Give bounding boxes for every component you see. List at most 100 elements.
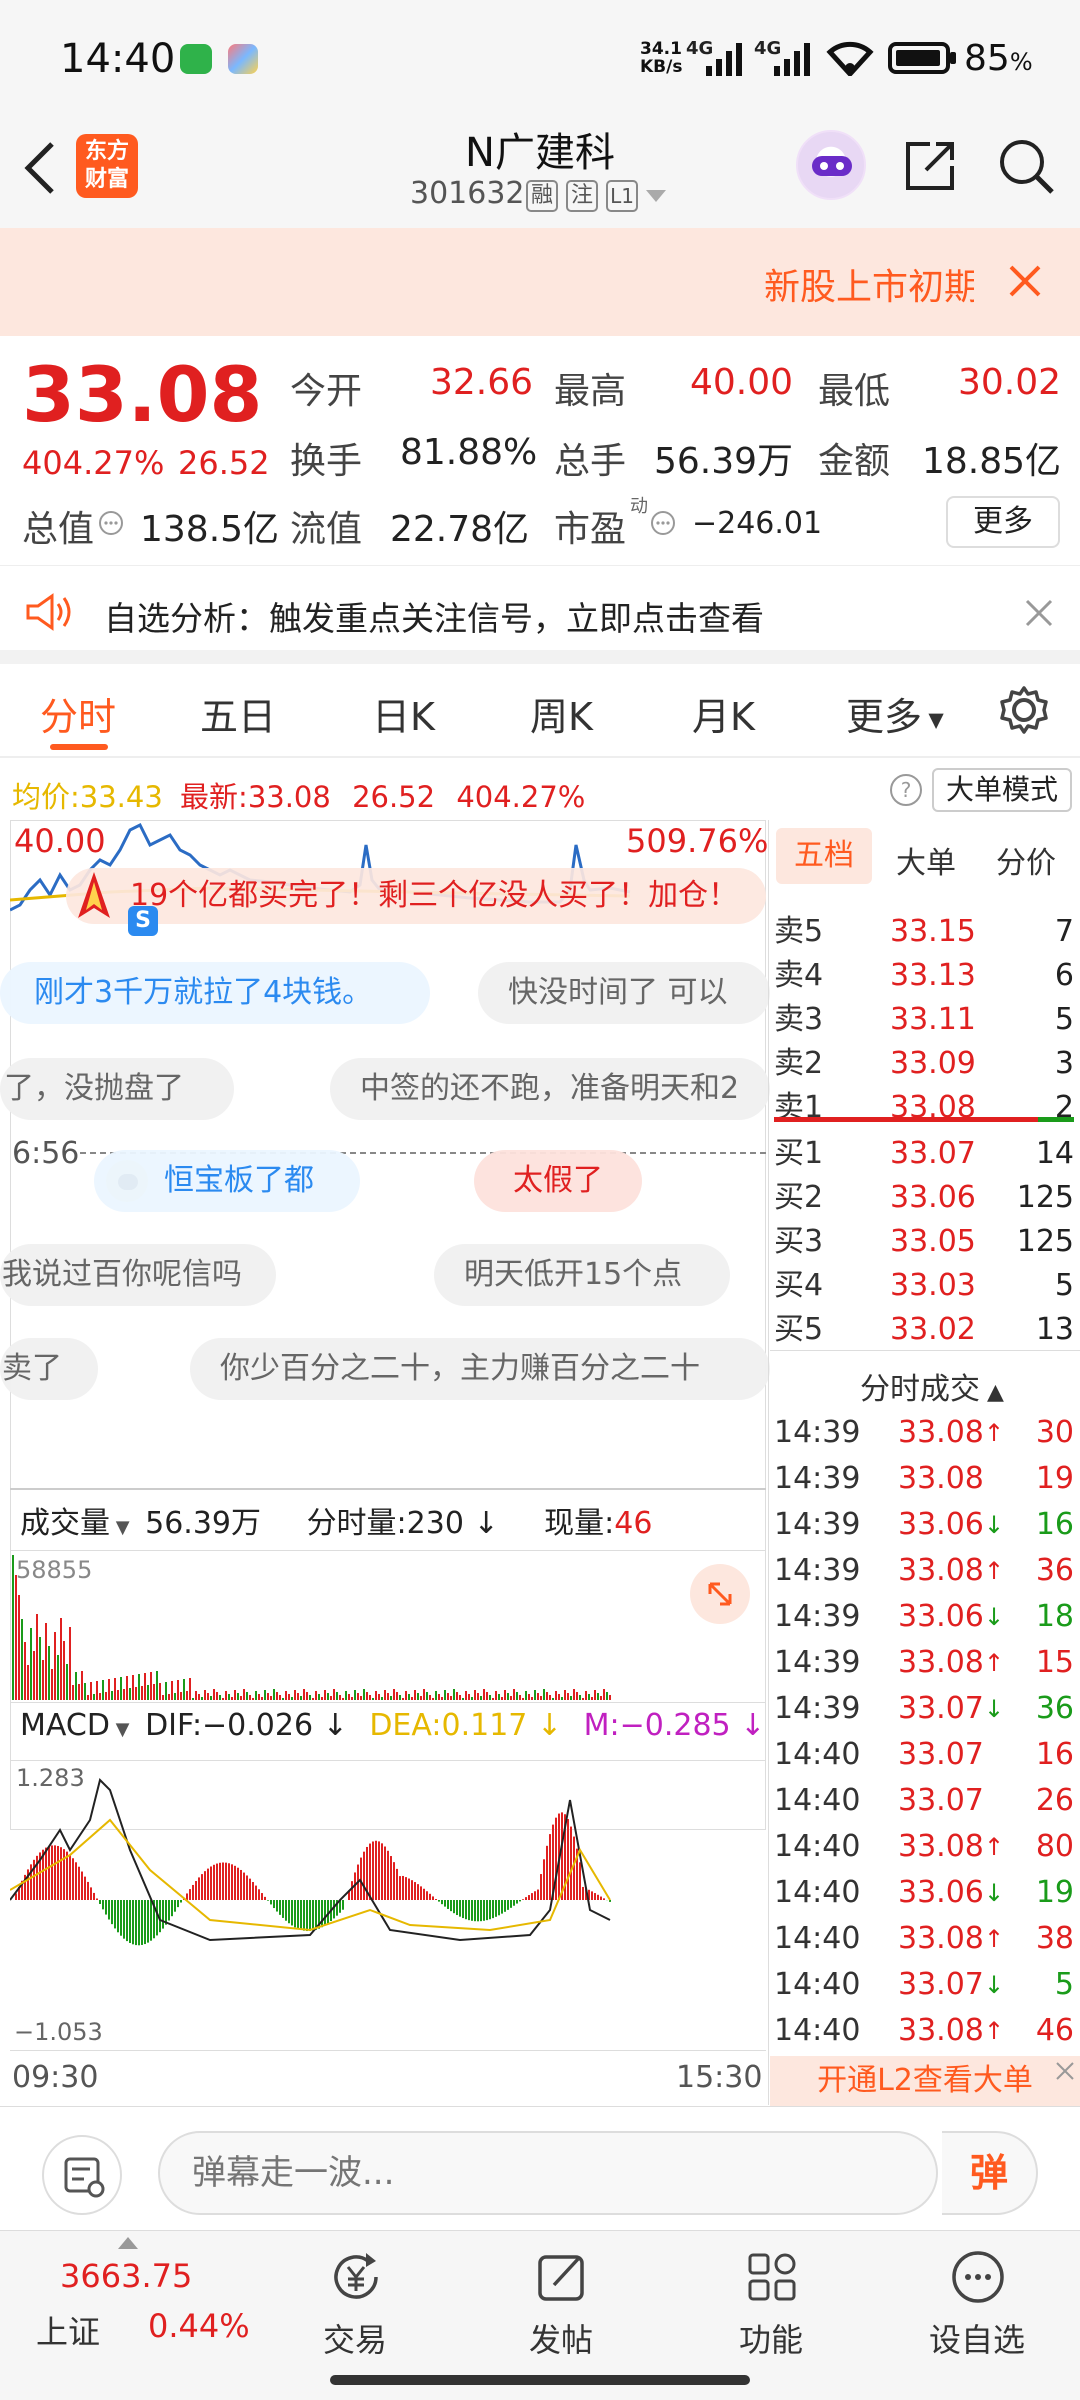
level-price: 33.11 <box>890 1002 976 1037</box>
trade-volume: 80 <box>1035 1829 1074 1864</box>
danmu-item[interactable]: 卖了 <box>0 1338 98 1400</box>
tab-more-label: 更多 <box>846 695 923 739</box>
danmu-settings-button[interactable] <box>42 2135 122 2215</box>
info-icon[interactable] <box>98 510 124 536</box>
tab-monthly-k[interactable]: 月K <box>692 686 755 741</box>
user-badge-icon: S <box>128 906 158 936</box>
help-icon[interactable]: ? <box>888 772 924 808</box>
danmu-item[interactable]: 我说过百你呢信吗 <box>0 1244 276 1306</box>
dea-arrow-icon: ↓ <box>527 1708 563 1743</box>
danmu-highlight[interactable]: 19个亿都买完了！剩三个亿没人买了！加仓！ <box>66 868 766 924</box>
net-speed: 34.1 KB/s <box>640 39 683 77</box>
tab-weekly-k[interactable]: 周K <box>530 686 593 741</box>
level-label: 卖4 <box>774 958 824 993</box>
tab-five-levels[interactable]: 五档 <box>776 828 872 884</box>
trade-label: 交易 <box>322 2321 387 2359</box>
trade-volume: 19 <box>1035 1875 1074 1910</box>
dif-label: DIF: <box>145 1708 203 1743</box>
dropdown-icon[interactable] <box>646 190 666 204</box>
status-bar: 14:40 34.1 KB/s 4G 4G 85% <box>0 0 1080 110</box>
index-change-pct[interactable]: 0.44% <box>148 2307 250 2345</box>
logo-line2: 财富 <box>84 167 129 192</box>
assistant-avatar-icon[interactable] <box>796 130 866 200</box>
eastmoney-logo[interactable]: 东方 财富 <box>76 134 138 198</box>
minute-volume: 230 <box>406 1506 464 1541</box>
home-indicator[interactable] <box>330 2375 750 2385</box>
index-name[interactable]: 上证 <box>36 2307 100 2353</box>
order-book-row: 买5 33.02 13 <box>770 1308 1080 1352</box>
trade-time: 14:40 <box>774 1921 861 1956</box>
volume-label[interactable]: 成交量 <box>20 1506 110 1541</box>
watchlist-alert[interactable]: 自选分析：触发重点关注信号，立即点击查看 <box>0 568 1080 664</box>
trade-direction-icon: ↓ <box>984 1971 1005 1999</box>
volume-total: 56.39万 <box>145 1506 262 1541</box>
danmu-item[interactable]: 中签的还不跑，准备明天和2 <box>330 1058 770 1120</box>
trade-price: 33.08 <box>898 1645 984 1680</box>
trade-row: 14:39 33.08 19 <box>770 1456 1080 1502</box>
settings-gear-icon[interactable] <box>998 684 1050 736</box>
trade-time: 14:39 <box>774 1461 861 1496</box>
tab-price-distribution[interactable]: 分价 <box>996 838 1056 882</box>
danmu-item[interactable]: 太假了 <box>474 1150 642 1212</box>
close-icon[interactable] <box>1008 264 1042 298</box>
macd-label[interactable]: MACD <box>20 1708 110 1743</box>
macd-chart <box>10 1778 611 1946</box>
danmu-item[interactable]: 恒宝板了都 <box>94 1150 360 1212</box>
trades-title[interactable]: 分时成交 ▲ <box>860 1364 1004 1408</box>
trade-time: 14:39 <box>774 1507 861 1542</box>
level1-badge: L1 <box>606 180 638 212</box>
expand-chart-icon[interactable] <box>690 1564 750 1624</box>
tab-big-orders[interactable]: 大单 <box>896 838 956 882</box>
trade-direction-icon: ↑ <box>984 2017 1005 2045</box>
danmu-input[interactable] <box>158 2131 938 2215</box>
chart-area: 均价:33.43 最新:33.08 26.52 404.27% ? 大单模式 4… <box>0 760 1080 2106</box>
send-danmu-button[interactable]: 弹 <box>942 2131 1038 2215</box>
level-volume: 5 <box>1054 1002 1074 1037</box>
trade-row: 14:40 33.08 ↑ 46 <box>770 2008 1080 2054</box>
level-label: 买3 <box>774 1224 824 1259</box>
volume-caret-icon[interactable]: ▼ <box>110 1517 130 1538</box>
more-button[interactable]: 更多 <box>946 496 1060 548</box>
level-volume: 2 <box>1054 1090 1074 1125</box>
share-icon[interactable] <box>900 136 960 196</box>
trade-row: 14:40 33.07 16 <box>770 1732 1080 1778</box>
big-order-mode-button[interactable]: 大单模式 <box>932 768 1072 812</box>
trade-time: 14:40 <box>774 1829 861 1864</box>
info-change: 26.52 <box>352 780 436 814</box>
trade-volume: 15 <box>1035 1645 1074 1680</box>
m-value: −0.285 <box>619 1708 731 1743</box>
tab-intraday[interactable]: 分时 <box>40 686 116 741</box>
index-expand-icon[interactable] <box>118 2237 138 2249</box>
trade-time: 14:39 <box>774 1553 861 1588</box>
level-price: 33.03 <box>890 1268 976 1303</box>
trades-divider <box>770 1350 1080 1351</box>
pe-info-icon[interactable] <box>650 510 676 536</box>
post-label: 发帖 <box>528 2321 593 2359</box>
tab-indicator <box>50 744 108 750</box>
trade-row: 14:39 33.08 ↑ 36 <box>770 1548 1080 1594</box>
tab-daily-k[interactable]: 日K <box>372 686 435 741</box>
trade-row: 14:40 33.07 26 <box>770 1778 1080 1824</box>
danmu-item[interactable]: 快没时间了 可以 <box>478 962 770 1024</box>
search-icon[interactable] <box>996 136 1056 198</box>
trade-volume: 30 <box>1035 1415 1074 1450</box>
level-price: 33.13 <box>890 958 976 993</box>
signal-icon <box>706 43 742 76</box>
trade-price: 33.07 <box>898 1967 984 2002</box>
back-icon[interactable] <box>20 140 60 196</box>
trade-row: 14:40 33.08 ↑ 80 <box>770 1824 1080 1870</box>
danmu-item[interactable]: 了，没抛盘了 <box>0 1058 234 1120</box>
macd-caret-icon[interactable]: ▼ <box>110 1719 130 1740</box>
ipo-notice-banner[interactable]: 新股上市初期 <box>0 228 1080 336</box>
open-l2-button[interactable]: 开通L2查看大单 <box>770 2056 1080 2106</box>
danmu-item[interactable]: 你少百分之二十，主力赚百分之二十 <box>190 1338 770 1400</box>
tab-more[interactable]: 更多 ▼ <box>846 686 944 741</box>
danmu-item[interactable]: 刚才3千万就拉了4块钱。 <box>0 962 430 1024</box>
tab-five-day[interactable]: 五日 <box>200 686 276 741</box>
alert-close-icon[interactable] <box>1024 598 1054 628</box>
amount-label: 金额 <box>818 441 891 482</box>
index-value[interactable]: 3663.75 <box>60 2257 192 2295</box>
trade-volume: 36 <box>1035 1691 1074 1726</box>
danmu-item[interactable]: 明天低开15个点 <box>434 1244 730 1306</box>
l2-close-icon[interactable] <box>1054 2060 1076 2082</box>
